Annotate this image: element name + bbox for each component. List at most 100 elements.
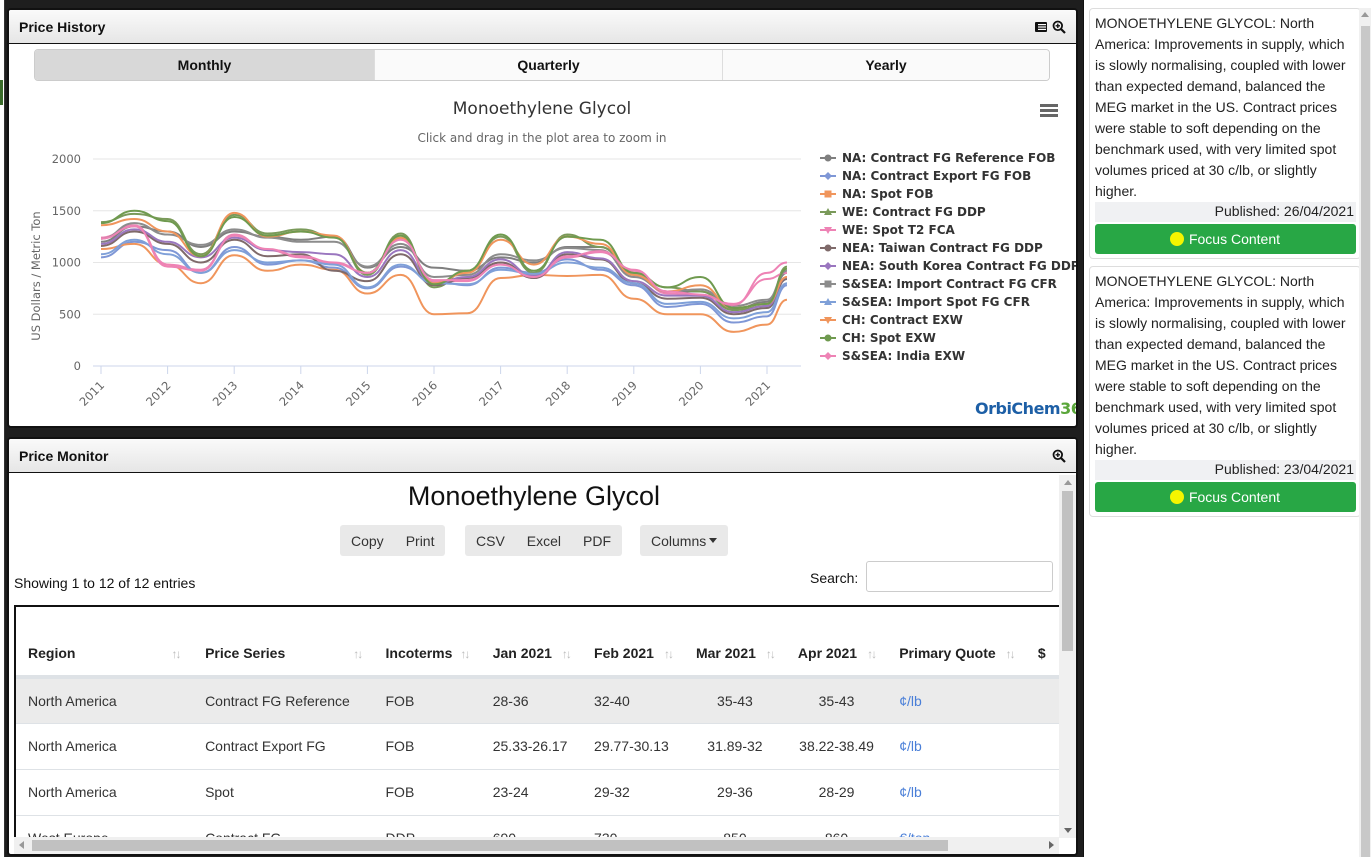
scroll-down-arrow[interactable] xyxy=(1064,828,1072,833)
table-cell: 31.89-32 xyxy=(683,723,786,770)
search-label: Search: xyxy=(810,570,859,586)
table-row[interactable]: North America Spot FOB 23-24 29-32 29-36 28-29… xyxy=(16,769,1059,816)
legend-marker xyxy=(824,280,832,288)
focus-content-button[interactable]: Focus Content xyxy=(1095,224,1356,254)
column-header-feb-2021[interactable]: Feb 2021 ↑↓ xyxy=(582,607,684,679)
table-cell: 32-40 xyxy=(582,677,684,724)
price-table: Region ↑↓ Price Series ↑↓ Incoterms ↑↓ Jan … xyxy=(16,607,1059,837)
columns-group: Columns xyxy=(640,525,729,556)
logo-number: 360 xyxy=(1060,399,1076,418)
table-cell: DDP xyxy=(373,815,481,837)
table-cell: North America xyxy=(16,677,194,724)
legend-label: NA: Spot FOB xyxy=(842,187,933,201)
price-history-header: Price History xyxy=(9,10,1076,44)
table-cell: 28-36 xyxy=(480,677,583,724)
legend-label: NEA: South Korea Contract FG DDP xyxy=(842,259,1076,273)
legend-item[interactable]: S&SEA: India EXW xyxy=(820,349,965,363)
copy-button[interactable]: Copy xyxy=(340,525,395,556)
news-text: MONOETHYLENE GLYCOL: North America: Impr… xyxy=(1095,15,1346,199)
column-header-mar-2021[interactable]: Mar 2021 ↑↓ xyxy=(683,607,786,679)
table-cell xyxy=(1025,769,1059,816)
legend-label: NEA: Taiwan Contract FG DDP xyxy=(842,241,1043,255)
published-date: Published: 26/04/2021 xyxy=(1095,202,1356,222)
series-line[interactable] xyxy=(100,238,788,320)
scroll-thumb[interactable] xyxy=(1062,491,1073,651)
legend-label: CH: Contract EXW xyxy=(842,313,963,327)
sort-icon: ↑↓ xyxy=(867,647,877,661)
series-line[interactable] xyxy=(100,225,788,306)
chart-menu-icon[interactable] xyxy=(1040,104,1058,118)
legend-item[interactable]: NEA: Taiwan Contract FG DDP xyxy=(820,241,1043,255)
legend-item[interactable]: S&SEA: Import Contract FG CFR xyxy=(820,277,1057,291)
table-cell xyxy=(1025,723,1059,770)
column-header-usd[interactable]: $ xyxy=(1025,607,1059,679)
scroll-up-arrow[interactable] xyxy=(1361,12,1369,17)
sidebar-scrollbar[interactable] xyxy=(1359,8,1371,857)
header-label: Price Series xyxy=(205,645,286,661)
legend-item[interactable]: WE: Spot T2 FCA xyxy=(820,223,956,237)
columns-label: Columns xyxy=(651,532,707,549)
search-input[interactable] xyxy=(866,561,1053,592)
table-icon[interactable] xyxy=(1034,20,1048,34)
primary-quote-link[interactable]: €/ton xyxy=(899,830,930,837)
table-cell: 29-32 xyxy=(582,769,684,816)
legend-item[interactable]: NA: Contract FG Reference FOB xyxy=(820,151,1055,165)
x-tick-label: 2013 xyxy=(210,378,241,409)
header-label: Jan 2021 xyxy=(492,645,552,661)
legend-marker xyxy=(824,262,832,270)
column-header-primary-quote[interactable]: Primary Quote ↑↓ xyxy=(887,607,1026,679)
primary-quote-link[interactable]: ¢/lb xyxy=(899,738,922,754)
table-cell: FOB xyxy=(373,677,481,724)
y-tick-label: 1000 xyxy=(52,256,81,270)
legend-item[interactable]: WE: Contract FG DDP xyxy=(820,205,986,219)
x-tick-label: 2021 xyxy=(743,378,774,409)
vertical-scrollbar[interactable] xyxy=(1059,475,1076,838)
excel-button[interactable]: Excel xyxy=(516,525,572,556)
column-header-jan-2021[interactable]: Jan 2021 ↑↓ xyxy=(480,607,583,679)
table-cell: 35-43 xyxy=(785,677,888,724)
pdf-button[interactable]: PDF xyxy=(572,525,622,556)
legend-item[interactable]: NA: Spot FOB xyxy=(820,187,933,201)
caret-down-icon xyxy=(709,538,718,543)
header-label: Feb 2021 xyxy=(594,645,654,661)
horizontal-scrollbar[interactable] xyxy=(14,837,1059,854)
scroll-right-arrow[interactable] xyxy=(1049,841,1054,849)
scroll-thumb[interactable] xyxy=(32,840,948,851)
header-label: Primary Quote xyxy=(899,645,996,661)
scroll-thumb[interactable] xyxy=(1361,26,1370,857)
legend-item[interactable]: S&SEA: Import Spot FG CFR xyxy=(820,295,1030,309)
column-header-price-series[interactable]: Price Series ↑↓ xyxy=(193,607,374,679)
primary-quote-link[interactable]: ¢/lb xyxy=(899,693,922,709)
primary-quote-link[interactable]: ¢/lb xyxy=(899,784,922,800)
scroll-up-arrow[interactable] xyxy=(1064,480,1072,485)
series-line[interactable] xyxy=(100,225,788,311)
zoom-in-icon[interactable] xyxy=(1052,20,1066,34)
legend-item[interactable]: NEA: South Korea Contract FG DDP xyxy=(820,259,1076,273)
table-row[interactable]: North America Contract FG Reference FOB 28-… xyxy=(16,677,1059,724)
button-label: Focus Content xyxy=(1188,489,1281,505)
price-chart[interactable]: Monoethylene Glycol Click and drag in th… xyxy=(9,46,1076,426)
table-row[interactable]: North America Contract Export FG FOB 25.33-… xyxy=(16,723,1059,770)
table-row[interactable]: West EuropeContract FGDDP690730850860 €/t… xyxy=(16,815,1059,837)
y-tick-label: 0 xyxy=(74,359,81,373)
x-tick-label: 2014 xyxy=(276,378,307,409)
columns-button[interactable]: Columns xyxy=(640,525,728,556)
entries-info: Showing 1 to 12 of 12 entries xyxy=(14,575,196,591)
column-header-apr-2021[interactable]: Apr 2021 ↑↓ xyxy=(785,607,888,679)
legend-item[interactable]: NA: Contract Export FG FOB xyxy=(820,169,1031,183)
scroll-left-arrow[interactable] xyxy=(19,841,24,849)
zoom-in-icon[interactable] xyxy=(1052,449,1066,463)
column-header-incoterms[interactable]: Incoterms ↑↓ xyxy=(373,607,481,679)
focus-content-button[interactable]: Focus Content xyxy=(1095,482,1356,512)
print-button[interactable]: Print xyxy=(395,525,446,556)
table-cell: ¢/lb xyxy=(887,769,1026,816)
y-tick-label: 500 xyxy=(59,307,81,321)
table-cell: Contract Export FG xyxy=(193,723,374,770)
column-header-region[interactable]: Region ↑↓ xyxy=(16,607,194,679)
legend-item[interactable]: CH: Contract EXW xyxy=(820,313,963,327)
csv-button[interactable]: CSV xyxy=(465,525,516,556)
panel-title: Price History xyxy=(19,18,106,35)
table-cell: 690 xyxy=(480,815,583,837)
logo-text: OrbiChem xyxy=(975,399,1061,418)
legend-item[interactable]: CH: Spot EXW xyxy=(820,331,936,345)
